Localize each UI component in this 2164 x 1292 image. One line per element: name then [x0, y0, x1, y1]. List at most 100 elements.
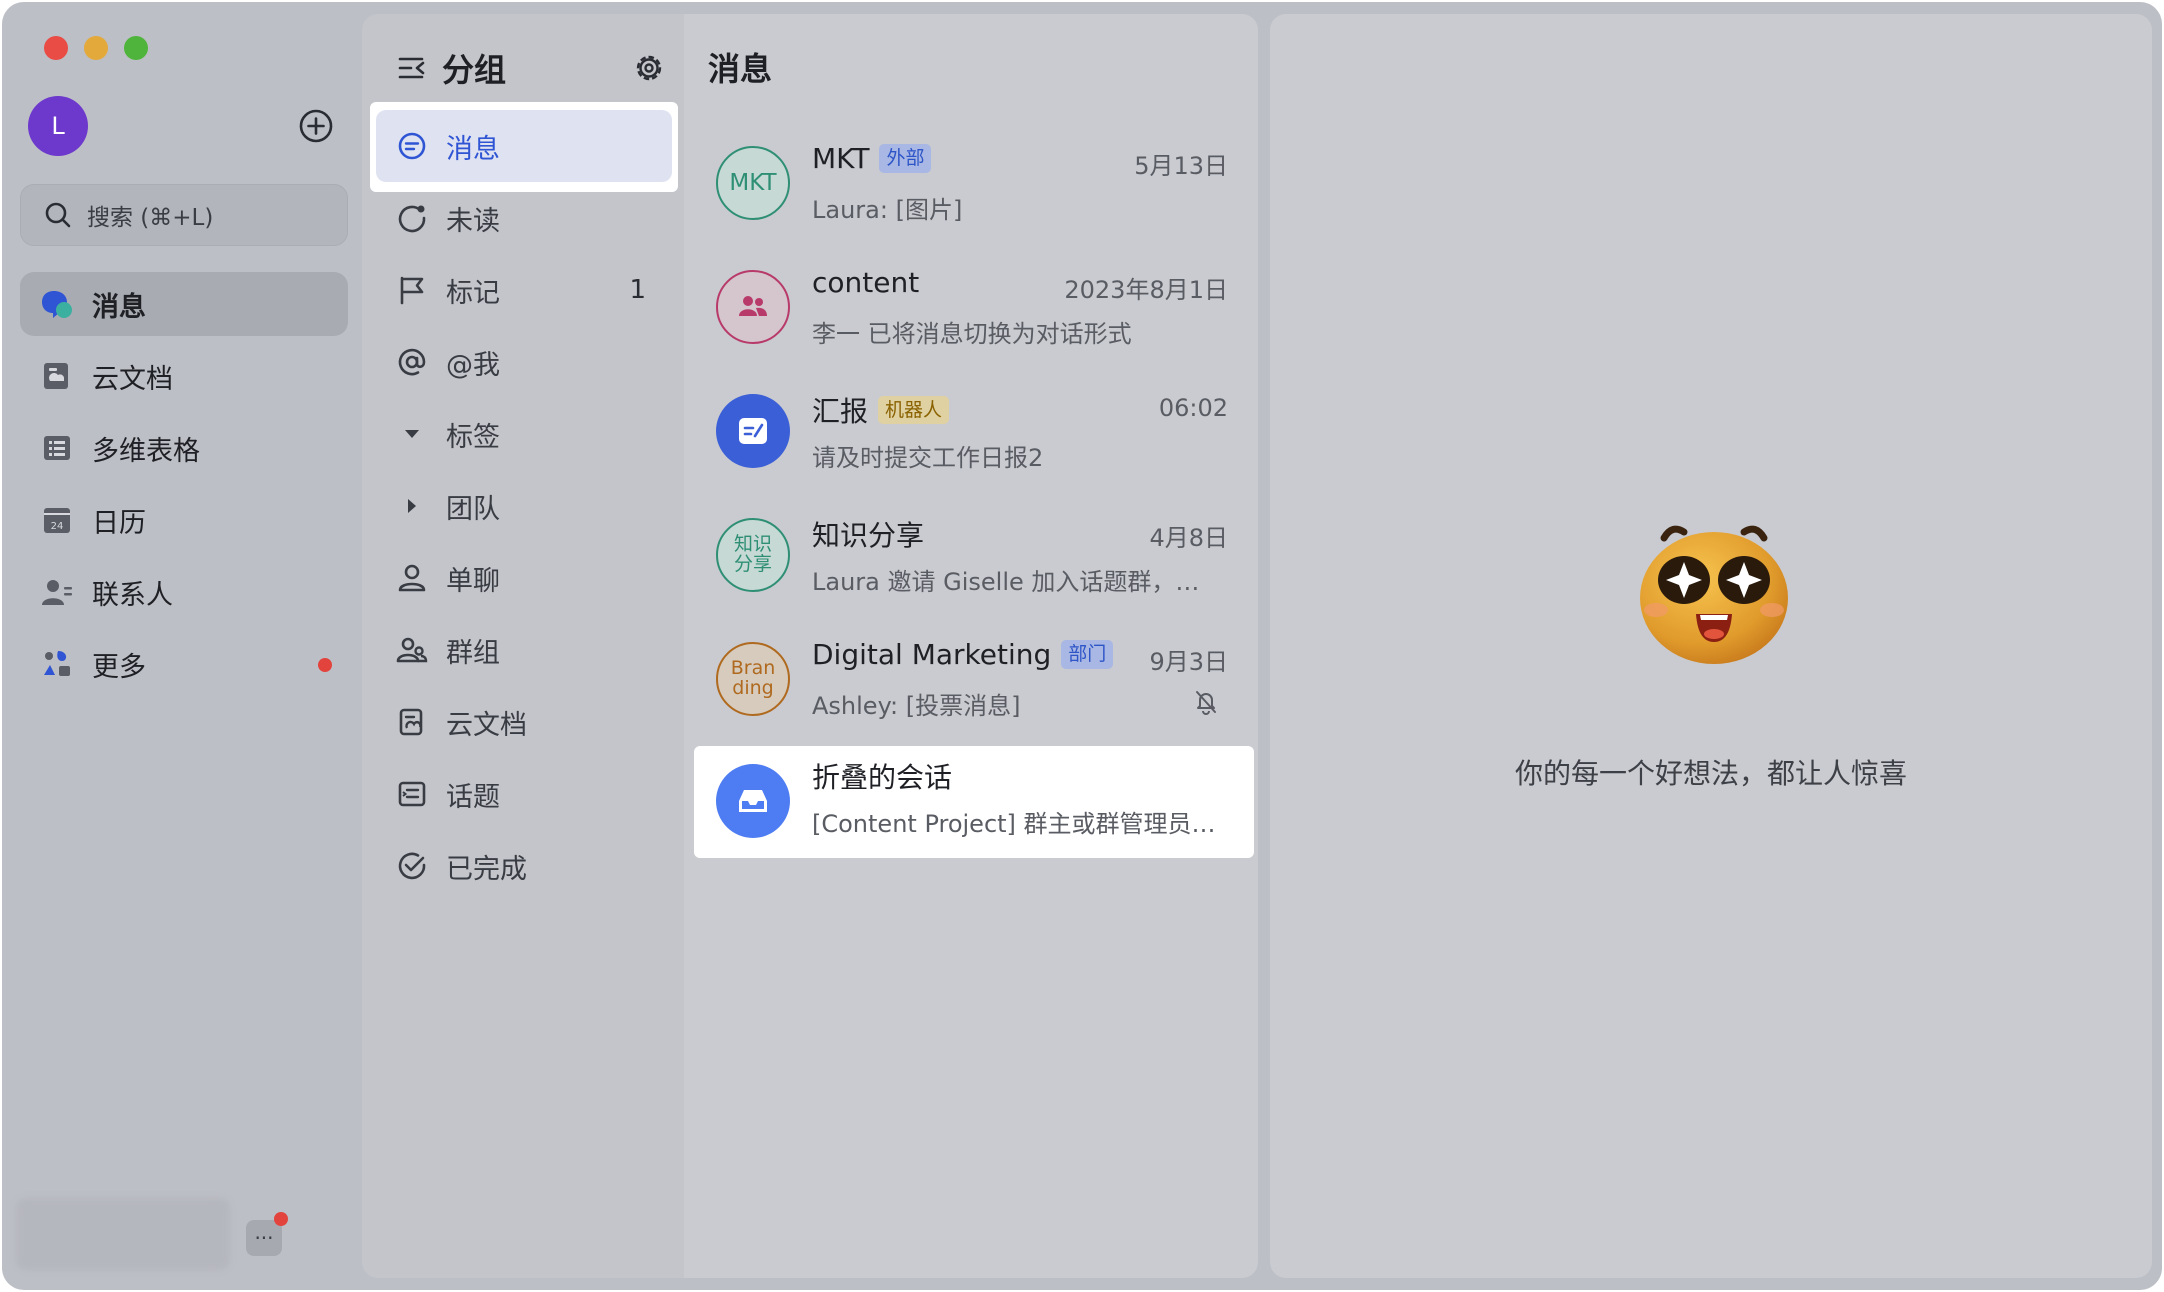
- conversation-avatar: [716, 764, 790, 838]
- conversation-avatar: [716, 270, 790, 344]
- main-nav: 消息 云文档 多维表格 24 日历 联系人 更多: [20, 272, 348, 704]
- avatar-text-line1: 知识: [733, 533, 772, 556]
- group-item-done[interactable]: 已完成: [376, 830, 672, 902]
- message-bubble-icon: [42, 291, 72, 318]
- caret-down-icon[interactable]: [396, 418, 428, 450]
- search-input[interactable]: 搜索 (⌘+L): [20, 184, 348, 246]
- app-window: L 搜索 (⌘+L) 消息 云文档 多维表格 24 日历 联系人 更多 ··· …: [2, 2, 2162, 1290]
- conversation-avatar: Bran ding: [716, 642, 790, 716]
- conversation-item-report-bot[interactable]: 汇报 机器人 06:02 请及时提交工作日报2: [694, 372, 1254, 496]
- group-item-unread[interactable]: 未读: [376, 182, 672, 254]
- conversation-name: Digital Marketing 部门: [812, 638, 1114, 671]
- main-content-panel: 你的每一个好想法，都让人惊喜: [1270, 14, 2152, 1278]
- conversation-title: 折叠的会话: [812, 761, 953, 794]
- conversation-item-folded[interactable]: 折叠的会话 [Content Project] 群主或群管理员开...: [694, 746, 1254, 858]
- conversation-title: Digital Marketing: [812, 638, 1052, 671]
- group-panel-title: 分组: [442, 51, 507, 89]
- unread-icon: [398, 205, 426, 233]
- conversation-name: 折叠的会话: [812, 756, 952, 796]
- close-window-button[interactable]: [44, 36, 68, 60]
- report-bot-icon: [739, 418, 767, 444]
- group-item-teams[interactable]: 团队: [376, 470, 672, 542]
- group-label: 未读: [446, 205, 500, 237]
- conversation-preview: Ashley: [投票消息]: [812, 692, 1021, 720]
- nav-label: 云文档: [92, 363, 173, 395]
- nav-item-docs[interactable]: 云文档: [20, 344, 348, 408]
- inbox-tray-icon: [739, 790, 767, 812]
- group-item-topics[interactable]: 话题: [376, 758, 672, 830]
- group-label: 标签: [446, 421, 500, 453]
- gear-icon[interactable]: [632, 51, 666, 85]
- topic-icon: [398, 781, 426, 807]
- table-icon: [44, 436, 70, 460]
- flag-icon: [400, 276, 424, 305]
- conversation-name: content: [812, 266, 919, 299]
- group-label: 消息: [446, 133, 500, 165]
- nav-label: 日历: [92, 507, 146, 539]
- conversation-avatar: 知识 分享: [716, 518, 790, 592]
- group-label: 团队: [446, 493, 500, 525]
- conversation-item-mkt[interactable]: MKT MKT 外部 5月13日 Laura: [图片]: [694, 124, 1254, 248]
- bot-badge: 机器人: [878, 395, 950, 425]
- conversation-time: 4月8日: [1149, 524, 1228, 552]
- nav-item-messages[interactable]: 消息: [20, 272, 348, 336]
- conversation-name: MKT 外部: [812, 142, 932, 175]
- group-label: 群组: [446, 637, 500, 669]
- nav-label: 更多: [92, 651, 146, 683]
- external-badge: 外部: [879, 144, 932, 173]
- conversation-preview: [Content Project] 群主或群管理员开...: [812, 810, 1222, 838]
- conversation-time: 9月3日: [1149, 648, 1228, 676]
- search-icon: [45, 202, 71, 228]
- group-list: 消息 未读 标记 1 @我 标签 团队 单聊 群组 云文档 话题 已完成: [376, 110, 672, 902]
- avatar-text-line1: Bran: [730, 657, 776, 680]
- conversation-item-knowledge-sharing[interactable]: 知识 分享 知识分享 4月8日 Laura 邀请 Giselle 加入话题群，新…: [694, 496, 1254, 620]
- conversation-preview: 李一 已将消息切换为对话形式: [812, 320, 1132, 348]
- blurred-profile-area: [16, 1198, 230, 1270]
- sidebar: L 搜索 (⌘+L) 消息 云文档 多维表格 24 日历 联系人 更多 ···: [2, 2, 362, 1290]
- group-label: 话题: [446, 781, 500, 813]
- conversation-preview: Laura: [图片]: [812, 196, 963, 224]
- conversation-item-digital-marketing[interactable]: Bran ding Digital Marketing 部门 9月3日 Ashl…: [694, 620, 1254, 744]
- notification-dot: [274, 1212, 288, 1226]
- group-item-labels[interactable]: 标签: [376, 398, 672, 470]
- at-sign-icon: [398, 348, 426, 376]
- group-item-docs[interactable]: 云文档: [376, 686, 672, 758]
- conversation-panel-title: 消息: [708, 50, 773, 88]
- caret-right-icon[interactable]: [396, 490, 428, 522]
- group-item-mentions[interactable]: @我: [376, 326, 672, 398]
- collapse-panel-icon[interactable]: [396, 52, 428, 84]
- conversation-item-content[interactable]: content 2023年8月1日 李一 已将消息切换为对话形式: [694, 248, 1254, 372]
- conversation-avatar: [716, 394, 790, 468]
- conversation-title: 知识分享: [812, 519, 925, 552]
- conversation-name: 知识分享: [812, 514, 924, 554]
- maximize-window-button[interactable]: [124, 36, 148, 60]
- avatar-text-line2: ding: [732, 677, 774, 699]
- nav-item-more[interactable]: 更多: [20, 632, 348, 696]
- cloud-doc-icon: [44, 363, 68, 389]
- nav-item-base[interactable]: 多维表格: [20, 416, 348, 480]
- search-placeholder: 搜索 (⌘+L): [87, 205, 214, 231]
- group-header: 分组: [396, 40, 666, 96]
- empty-state-message: 你的每一个好想法，都让人惊喜: [1514, 757, 1907, 790]
- conversation-avatar: MKT: [716, 146, 790, 220]
- nav-item-calendar[interactable]: 24 日历: [20, 488, 348, 552]
- group-item-flagged[interactable]: 标记 1: [376, 254, 672, 326]
- add-circle-icon[interactable]: [298, 108, 334, 144]
- apps-icon: [44, 651, 70, 676]
- conversation-title: 汇报: [812, 395, 869, 428]
- nav-label: 多维表格: [92, 435, 200, 467]
- minimize-window-button[interactable]: [84, 36, 108, 60]
- calendar-icon: 24: [44, 508, 70, 533]
- group-item-messages[interactable]: 消息: [376, 110, 672, 182]
- group-item-direct[interactable]: 单聊: [376, 542, 672, 614]
- nav-item-contacts[interactable]: 联系人: [20, 560, 348, 624]
- conversation-list: MKT MKT 外部 5月13日 Laura: [图片] content 202…: [694, 124, 1254, 858]
- conversation-time: 06:02: [1158, 394, 1228, 422]
- contacts-icon: [42, 580, 72, 605]
- group-label: 云文档: [446, 709, 527, 741]
- more-options-button[interactable]: ···: [246, 1212, 288, 1256]
- chat-bubble-icon: [398, 132, 426, 160]
- document-icon: [399, 708, 423, 736]
- group-item-groups[interactable]: 群组: [376, 614, 672, 686]
- user-avatar[interactable]: L: [28, 96, 88, 156]
